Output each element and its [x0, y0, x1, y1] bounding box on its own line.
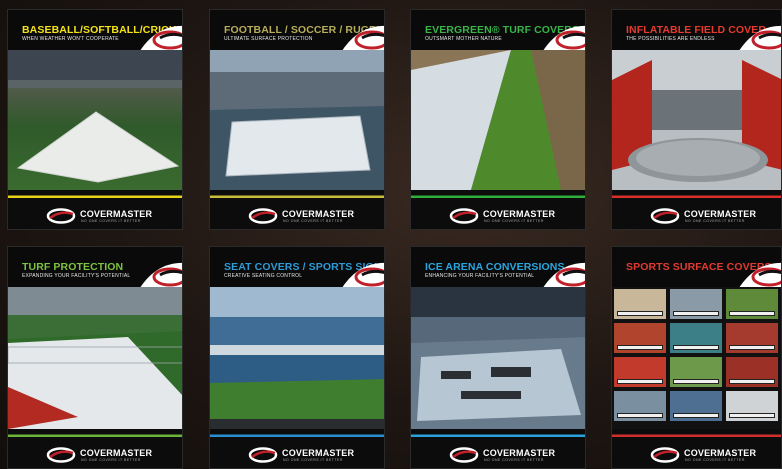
covermaster-logo: COVERMASTER NO ONE COVERS IT BETTER — [8, 206, 182, 226]
brochure-accent-band — [612, 190, 781, 204]
brochure-subtitle: WHEN WEATHER WON'T COOPERATE — [22, 36, 119, 42]
brochure-accent-band — [612, 429, 781, 443]
photo-tile — [614, 289, 666, 319]
covermaster-logo: COVERMASTER NO ONE COVERS IT BETTER — [411, 206, 585, 226]
brochure-accent-band — [8, 429, 182, 443]
brochure-subtitle: ENHANCING YOUR FACILITY'S POTENTIAL — [425, 273, 535, 279]
brochure-subtitle: ULTIMATE SURFACE PROTECTION — [224, 36, 313, 42]
brochure-evergreen-turf-covers[interactable]: EVERGREEN® TURF COVERS OUTSMART MOTHER N… — [410, 9, 586, 230]
covermaster-logo-mark-icon — [248, 208, 278, 224]
logo-tagline: NO ONE COVERS IT BETTER — [283, 458, 343, 462]
brochure-title: TURF PROTECTION — [22, 261, 124, 273]
photo-tile — [614, 391, 666, 421]
logo-name: COVERMASTER — [684, 448, 757, 458]
logo-tagline: NO ONE COVERS IT BETTER — [685, 458, 745, 462]
photo-tile — [726, 357, 778, 387]
logo-name: COVERMASTER — [80, 209, 153, 219]
covermaster-logo: COVERMASTER NO ONE COVERS IT BETTER — [8, 445, 182, 465]
brochure-accent-band — [8, 190, 182, 204]
brochure-accent-band — [210, 190, 384, 204]
brochure-photo — [612, 50, 781, 190]
logo-tagline: NO ONE COVERS IT BETTER — [484, 458, 544, 462]
covermaster-logo-mark-icon — [650, 447, 680, 463]
logo-tagline: NO ONE COVERS IT BETTER — [81, 458, 141, 462]
brochure-subtitle: OUTSMART MOTHER NATURE — [425, 36, 502, 42]
photo-tile — [726, 323, 778, 353]
brochure-accent-band — [210, 429, 384, 443]
brochure-baseball-softball-cricket[interactable]: BASEBALL/SOFTBALL/CRICKET WHEN WEATHER W… — [7, 9, 183, 230]
photo-tile — [670, 357, 722, 387]
logo-name: COVERMASTER — [684, 209, 757, 219]
brochure-photo — [210, 287, 384, 429]
brochure-inflatable-field-cover[interactable]: INFLATABLE FIELD COVER THE POSSIBILITIES… — [611, 9, 782, 230]
covermaster-logo: COVERMASTER NO ONE COVERS IT BETTER — [210, 445, 384, 465]
logo-name: COVERMASTER — [80, 448, 153, 458]
photo-tile — [670, 289, 722, 319]
logo-name: COVERMASTER — [483, 448, 556, 458]
brochure-photo — [210, 50, 384, 190]
photo-tile — [670, 391, 722, 421]
covermaster-logo-mark-icon — [248, 447, 278, 463]
brochure-seat-covers-sports-signage[interactable]: SEAT COVERS / SPORTS SIGNAGE CREATIVE SE… — [209, 246, 385, 469]
logo-tagline: NO ONE COVERS IT BETTER — [81, 219, 141, 223]
brochure-photo — [8, 287, 182, 429]
covermaster-logo-mark-icon — [46, 208, 76, 224]
brochure-subtitle: CREATIVE SEATING CONTROL — [224, 273, 303, 279]
photo-tile — [614, 357, 666, 387]
logo-name: COVERMASTER — [282, 209, 355, 219]
covermaster-logo: COVERMASTER NO ONE COVERS IT BETTER — [612, 445, 781, 465]
covermaster-logo-mark-icon — [449, 447, 479, 463]
covermaster-logo: COVERMASTER NO ONE COVERS IT BETTER — [411, 445, 585, 465]
brochure-accent-band — [411, 429, 585, 443]
covermaster-logo: COVERMASTER NO ONE COVERS IT BETTER — [612, 206, 781, 226]
photo-tile — [614, 323, 666, 353]
covermaster-logo-mark-icon — [46, 447, 76, 463]
brochure-subtitle: EXPANDING YOUR FACILITY'S POTENTIAL — [22, 273, 131, 279]
brochure-photo — [411, 287, 585, 429]
logo-tagline: NO ONE COVERS IT BETTER — [685, 219, 745, 223]
photo-tile — [726, 289, 778, 319]
photo-tile — [670, 323, 722, 353]
brochure-ice-arena-conversions[interactable]: ICE ARENA CONVERSIONS ENHANCING YOUR FAC… — [410, 246, 586, 469]
covermaster-logo-mark-icon — [650, 208, 680, 224]
covermaster-logo-mark-icon — [449, 208, 479, 224]
logo-name: COVERMASTER — [282, 448, 355, 458]
brochure-turf-protection[interactable]: TURF PROTECTION EXPANDING YOUR FACILITY'… — [7, 246, 183, 469]
brochure-football-soccer-rugby[interactable]: FOOTBALL / SOCCER / RUGBY ULTIMATE SURFA… — [209, 9, 385, 230]
brochure-subtitle: THE POSSIBILITIES ARE ENDLESS — [626, 36, 715, 42]
brochure-photo — [411, 50, 585, 190]
brochure-photo — [8, 50, 182, 190]
logo-tagline: NO ONE COVERS IT BETTER — [283, 219, 343, 223]
photo-tile — [726, 391, 778, 421]
brochure-accent-band — [411, 190, 585, 204]
covermaster-logo: COVERMASTER NO ONE COVERS IT BETTER — [210, 206, 384, 226]
logo-tagline: NO ONE COVERS IT BETTER — [484, 219, 544, 223]
logo-name: COVERMASTER — [483, 209, 556, 219]
brochure-photo-grid — [612, 287, 781, 429]
brochure-sports-surface-covers[interactable]: SPORTS SURFACE COVERS COVERMASTER NO ONE… — [611, 246, 782, 469]
